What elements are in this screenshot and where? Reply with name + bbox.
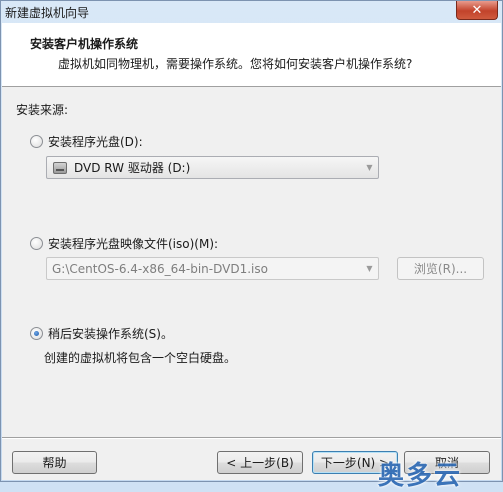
radio-installer-disc[interactable]: 安装程序光盘(D): [30, 133, 143, 150]
back-button[interactable]: < 上一步(B) [217, 451, 303, 474]
wizard-header: 安装客户机操作系统 虚拟机如同物理机，需要操作系统。您将如何安装客户机操作系统? [2, 23, 501, 87]
new-vm-wizard-window: 新建虚拟机向导 ✕ 安装客户机操作系统 虚拟机如同物理机，需要操作系统。您将如何… [0, 0, 503, 491]
radio-button-selected[interactable] [30, 327, 43, 340]
close-button[interactable]: ✕ [456, 1, 498, 20]
install-later-description: 创建的虚拟机将包含一个空白硬盘。 [44, 351, 237, 365]
help-button[interactable]: 帮助 [12, 451, 97, 474]
dvd-drive-icon [53, 161, 67, 174]
disc-drive-select[interactable]: DVD RW 驱动器 (D:) ▼ [46, 156, 379, 179]
page-title: 安装客户机操作系统 [30, 37, 139, 51]
title-bar[interactable]: 新建虚拟机向导 ✕ [1, 1, 502, 23]
radio-label-installer-disc: 安装程序光盘(D): [48, 135, 143, 149]
page-subtitle: 虚拟机如同物理机，需要操作系统。您将如何安装客户机操作系统? [58, 57, 413, 71]
install-source-label: 安装来源: [16, 103, 69, 117]
radio-button[interactable] [30, 135, 43, 148]
chevron-down-icon[interactable]: ▼ [361, 258, 378, 279]
close-icon: ✕ [471, 2, 483, 18]
wizard-body: 安装客户机操作系统 虚拟机如同物理机，需要操作系统。您将如何安装客户机操作系统?… [2, 23, 501, 491]
chevron-down-icon[interactable]: ▼ [361, 157, 378, 178]
radio-label-install-later: 稍后安装操作系统(S)。 [48, 327, 173, 341]
radio-label-iso-image: 安装程序光盘映像文件(iso)(M): [48, 237, 219, 251]
radio-iso-image[interactable]: 安装程序光盘映像文件(iso)(M): [30, 235, 218, 252]
radio-install-later[interactable]: 稍后安装操作系统(S)。 [30, 325, 173, 342]
iso-path-value: G:\CentOS-6.4-x86_64-bin-DVD1.iso [52, 261, 268, 276]
footer-separator [2, 437, 501, 439]
iso-path-combobox[interactable]: G:\CentOS-6.4-x86_64-bin-DVD1.iso ▼ [46, 257, 379, 280]
radio-button[interactable] [30, 237, 43, 250]
watermark-logo: 奥多云 [378, 461, 463, 491]
window-title: 新建虚拟机向导 [5, 6, 90, 20]
browse-button[interactable]: 浏览(R)... [397, 257, 484, 280]
radio-dot-icon [34, 331, 39, 336]
disc-drive-value: DVD RW 驱动器 (D:) [74, 161, 191, 175]
